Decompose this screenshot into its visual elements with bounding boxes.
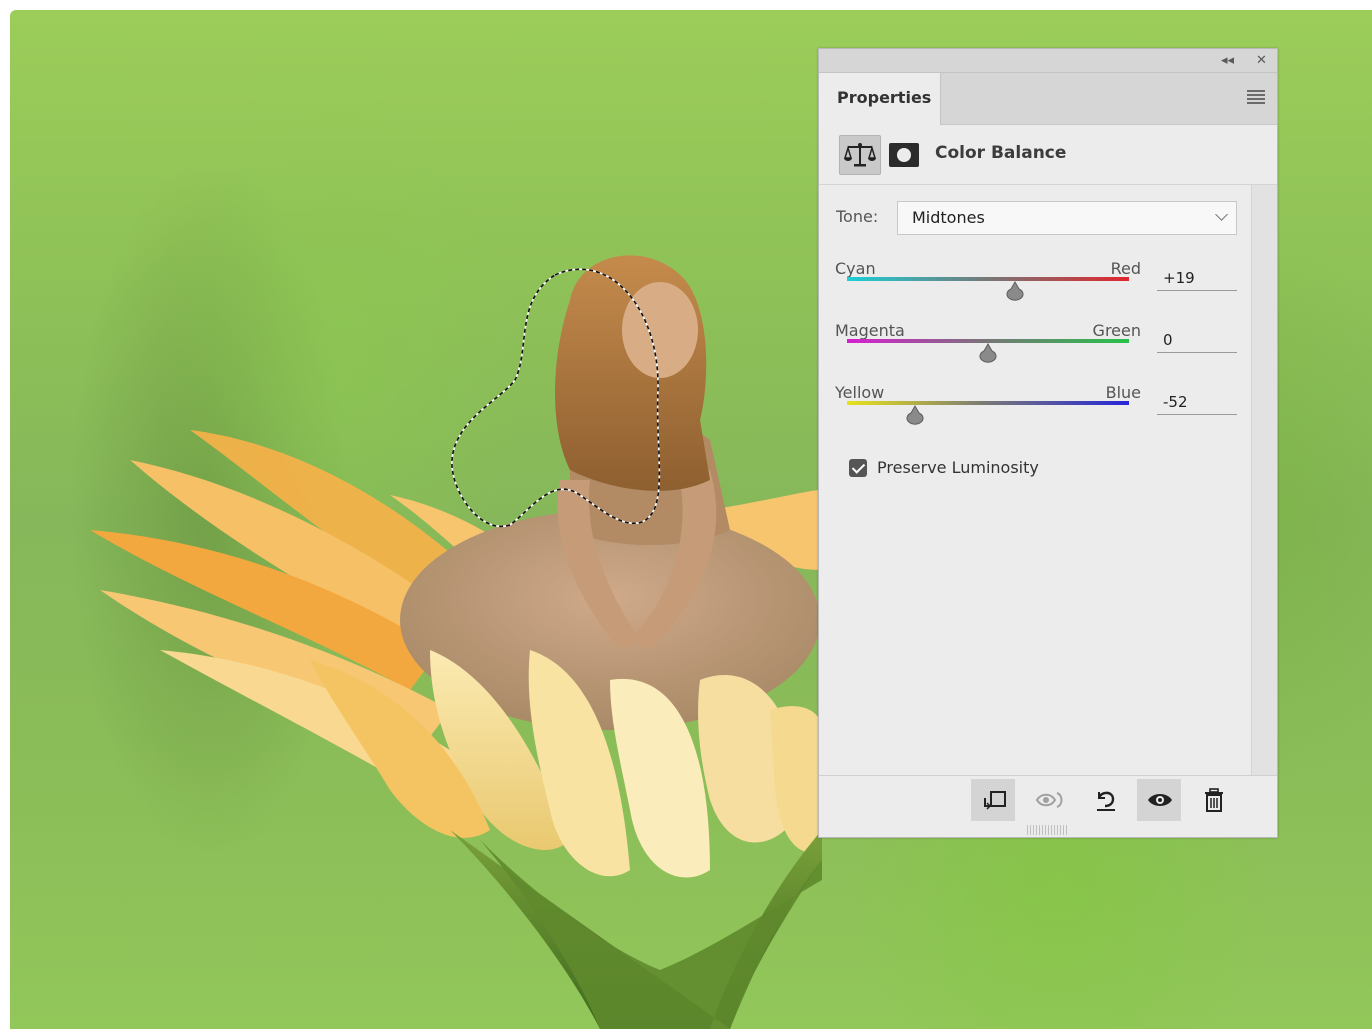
cyan-red-slider: Cyan Red +19: [819, 259, 1259, 319]
slider-right-label: Red: [1110, 259, 1141, 278]
collapse-panel-icon[interactable]: ◂◂: [1221, 52, 1234, 70]
clip-to-layer-button[interactable]: [971, 779, 1015, 821]
slider-value-field[interactable]: 0: [1157, 327, 1237, 353]
hamburger-menu-icon[interactable]: [1247, 90, 1265, 104]
yellow-blue-slider: Yellow Blue -52: [819, 383, 1259, 443]
panel-resize-grip[interactable]: [1027, 825, 1067, 835]
chevron-down-icon: [1215, 208, 1228, 221]
eye-icon: [1148, 794, 1172, 806]
slider-right-label: Green: [1092, 321, 1141, 340]
slider-track[interactable]: [847, 277, 1129, 281]
slider-value-field[interactable]: -52: [1157, 389, 1237, 415]
tone-dropdown[interactable]: Midtones: [897, 201, 1237, 235]
panel-title-bar[interactable]: ◂◂ ✕: [819, 49, 1277, 73]
panel-footer-toolbar: [819, 775, 1277, 825]
trash-icon: [1205, 788, 1223, 812]
tone-selected-value: Midtones: [912, 208, 985, 227]
close-panel-icon[interactable]: ✕: [1256, 52, 1267, 70]
reset-icon: [1097, 791, 1115, 811]
delete-button[interactable]: [1191, 779, 1235, 821]
slider-thumb[interactable]: [977, 343, 999, 363]
preserve-luminosity-checkbox[interactable]: [849, 459, 867, 477]
balance-scale-icon[interactable]: [839, 135, 881, 175]
panel-tab-row: Properties: [819, 73, 1277, 125]
layer-mask-icon[interactable]: [889, 143, 919, 167]
tone-label: Tone:: [836, 207, 879, 226]
slider-thumb[interactable]: [904, 405, 926, 425]
magenta-green-slider: Magenta Green 0: [819, 321, 1259, 381]
reset-button[interactable]: [1083, 779, 1127, 821]
clip-to-layer-icon: [984, 791, 1006, 810]
adjustment-title: Color Balance: [935, 143, 1067, 163]
slider-left-label: Cyan: [835, 259, 876, 278]
view-previous-state-button[interactable]: [1027, 779, 1071, 821]
slider-value-field[interactable]: +19: [1157, 265, 1237, 291]
slider-left-label: Magenta: [835, 321, 905, 340]
slider-right-label: Blue: [1105, 383, 1141, 402]
slider-track[interactable]: [847, 401, 1129, 405]
tab-properties[interactable]: Properties: [819, 73, 941, 125]
toggle-visibility-button[interactable]: [1137, 779, 1181, 821]
preserve-luminosity-label: Preserve Luminosity: [877, 458, 1039, 477]
adjustment-type-row: Color Balance: [819, 125, 1277, 185]
view-previous-icon: [1035, 792, 1063, 808]
slider-thumb[interactable]: [1004, 281, 1026, 301]
slider-left-label: Yellow: [835, 383, 885, 402]
properties-panel: ◂◂ ✕ Properties Color Balance Tone: Midt…: [818, 48, 1278, 838]
